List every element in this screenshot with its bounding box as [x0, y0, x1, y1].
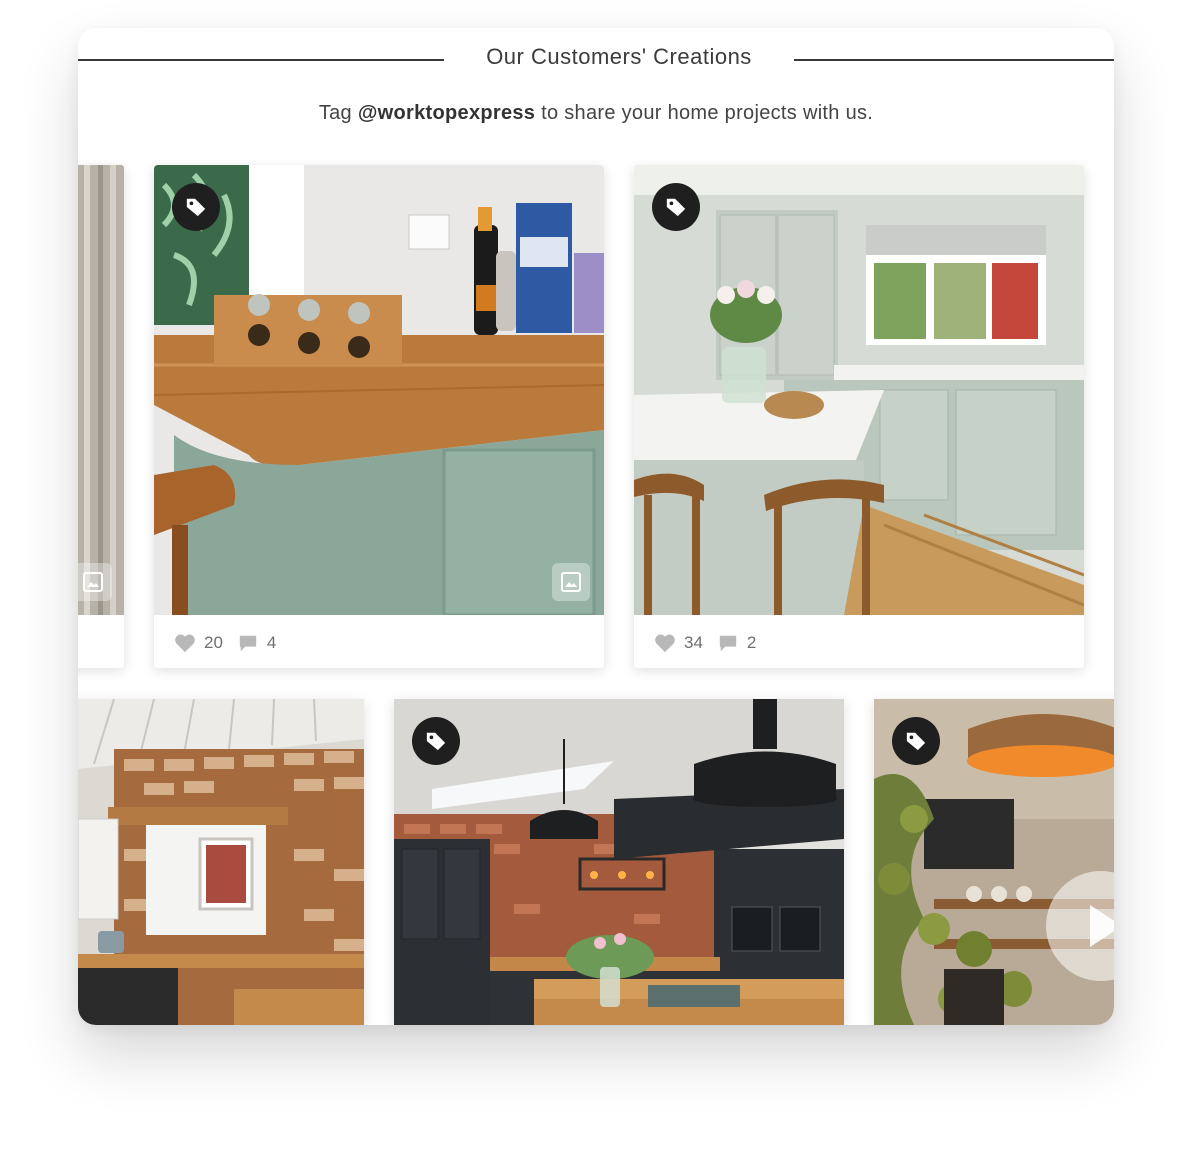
like-count: 34: [684, 633, 703, 652]
post-stats: 34 2: [654, 631, 762, 655]
heart-icon: [655, 634, 675, 653]
play-icon[interactable]: [1046, 871, 1114, 981]
post-photo[interactable]: [78, 165, 124, 615]
section-title: Our Customers' Creations: [486, 44, 752, 69]
comment-count: 2: [746, 633, 757, 652]
gallery-icon: [552, 563, 590, 601]
subtitle-suffix: to share your home projects with us.: [535, 102, 874, 124]
post-card[interactable]: [78, 699, 364, 1025]
like-count: 20: [204, 633, 223, 652]
post-photo[interactable]: [634, 165, 1084, 615]
post-card[interactable]: [394, 699, 844, 1025]
post-card-partial-left[interactable]: [78, 165, 124, 668]
section-subtitle: Tag @worktopexpress to share your home p…: [78, 102, 1114, 125]
tag-icon[interactable]: [652, 183, 700, 231]
comment-icon: [239, 635, 257, 652]
gallery-icon: [78, 563, 112, 601]
tag-icon[interactable]: [892, 717, 940, 765]
post-stats: 20 4: [174, 631, 282, 655]
tag-icon[interactable]: [412, 717, 460, 765]
comment-icon: [719, 635, 737, 652]
ugc-gallery-widget: Our Customers' Creations Tag @worktopexp…: [78, 28, 1114, 1025]
post-photo[interactable]: [78, 699, 364, 1025]
subtitle-prefix: Tag: [318, 102, 358, 124]
post-card[interactable]: 34 2: [634, 165, 1084, 668]
section-header: Our Customers' Creations: [78, 44, 1114, 72]
post-card[interactable]: 20 4: [154, 165, 604, 668]
tag-icon[interactable]: [172, 183, 220, 231]
divider-left: [78, 59, 444, 61]
heart-icon: [175, 634, 195, 653]
instagram-handle[interactable]: @worktopexpress: [358, 102, 535, 124]
post-card-partial-right[interactable]: [874, 699, 1114, 1025]
post-photo[interactable]: [874, 699, 1114, 1025]
divider-right: [794, 59, 1114, 61]
comment-count: 4: [266, 633, 277, 652]
post-photo[interactable]: [154, 165, 604, 615]
post-photo[interactable]: [394, 699, 844, 1025]
